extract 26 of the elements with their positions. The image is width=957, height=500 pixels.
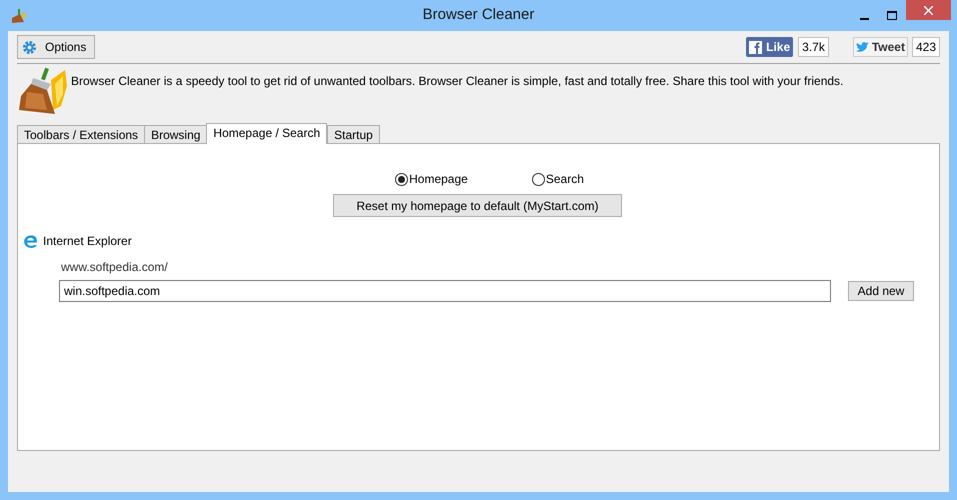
tweet-button[interactable]: Tweet (852, 37, 908, 57)
like-count: 3.7k (798, 37, 829, 57)
homepage-field[interactable]: win.softpedia.com (59, 280, 831, 302)
radio-button[interactable]: Search (532, 170, 584, 188)
close-icon (924, 6, 933, 14)
current-homepage: www.softpedia.com/ (61, 259, 169, 276)
tab[interactable]: Startup (327, 125, 380, 143)
options-button[interactable]: Options (17, 35, 95, 59)
reset-button[interactable]: Reset my homepage to default (MyStart.com) (333, 194, 622, 217)
like-button[interactable]: Like (746, 37, 794, 57)
broom-icon (10, 8, 26, 24)
settings-icon (22, 40, 37, 54)
broom-icon (17, 66, 69, 116)
bird-icon (856, 42, 870, 52)
internet-explorer-icon (22, 232, 39, 250)
facebook-icon (749, 40, 762, 54)
window-title: Browser Cleaner (422, 5, 534, 26)
tweet-count: 423 (912, 37, 940, 57)
tab[interactable]: Toolbars / Extensions (17, 125, 146, 143)
tab[interactable]: Homepage / Search (206, 123, 328, 144)
add-new-button[interactable]: Add new (848, 281, 914, 301)
tab[interactable]: Browsing (144, 125, 208, 143)
description-text: Browser Cleaner is a speedy tool to get rid of unwanted toolbars. Browser Cleaner is simple, fast and totally free. Share this tool with your friends. (71, 73, 844, 90)
browser-name: Internet Explorer (43, 233, 132, 250)
radio-button[interactable]: Homepage (395, 170, 468, 188)
close-button[interactable] (906, 0, 951, 20)
